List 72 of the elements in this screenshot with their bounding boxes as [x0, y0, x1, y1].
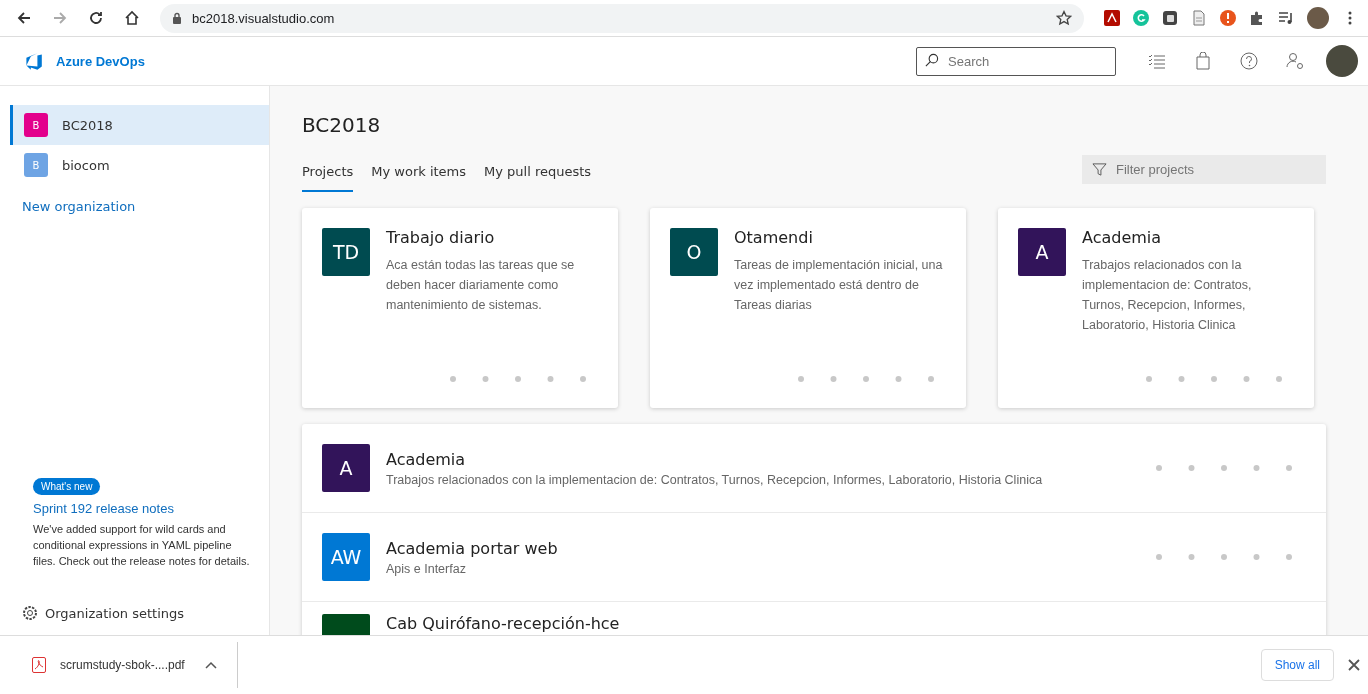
settings-icon[interactable] — [22, 605, 38, 621]
chevron-up-icon[interactable] — [204, 661, 217, 669]
release-notes-text: We've added support for wild cards and conditional expressions in YAML pipeline files. Check out the release notes for details. — [33, 522, 251, 569]
checklist-icon[interactable] — [1148, 52, 1166, 70]
organization-name: BC2018 — [62, 117, 113, 133]
project-row[interactable]: AW Academia portar web Apis e Interfaz — [302, 513, 1326, 602]
project-avatar: AW — [322, 533, 370, 581]
project-description: Trabajos relacionados con la implementacion de: Contratos, Turnos, Recepcion, Informes, Laboratorio, Historia Clinica — [386, 472, 1044, 487]
filter-icon — [1092, 162, 1107, 177]
project-description: Trabajos relacionados con la implementacion de: Contratos, Turnos, Recepcion, Informes, Laboratorio, Historia Clinica — [1082, 257, 1253, 334]
address-bar[interactable]: bc2018.visualstudio.com — [160, 3, 1084, 33]
project-name[interactable]: Otamendi — [734, 228, 946, 247]
project-name[interactable]: Trabajo diario — [386, 228, 598, 247]
project-avatar: A — [1018, 228, 1066, 276]
project-description: Aca están todas las tareas que se deben hacer diariamente como mantenimiento de sistemas. — [386, 257, 576, 314]
download-file-name[interactable]: scrumstudy-sbok-....pdf — [60, 658, 185, 672]
reload-icon[interactable] — [88, 10, 104, 26]
extension-icon[interactable] — [1162, 10, 1178, 26]
dots-icon — [1156, 554, 1292, 560]
user-avatar[interactable] — [1326, 45, 1358, 77]
project-row[interactable]: A Academia Trabajos relacionados con la implementacion de: Contratos, Turnos, Recepcion, Informes, Laboratorio, Historia Clinica — [302, 424, 1326, 513]
user-settings-icon[interactable] — [1286, 52, 1304, 70]
organization-settings-link[interactable]: Organization settings — [45, 605, 185, 621]
url-text: bc2018.visualstudio.com — [192, 10, 336, 26]
project-name[interactable]: Academia — [386, 449, 1140, 469]
alert-extension-icon[interactable] — [1220, 10, 1236, 26]
whats-new-badge: What's new — [33, 478, 101, 495]
home-icon[interactable] — [124, 10, 140, 26]
release-notes-link[interactable]: Sprint 192 release notes — [33, 501, 174, 516]
project-card[interactable]: TD Trabajo diario Aca están todas las tareas que se deben hacer diariamente como mantenimiento de sistemas. — [302, 208, 618, 408]
search-field[interactable]: Search — [916, 46, 1116, 76]
project-row[interactable]: Cab Quirófano-recepción-hce — [302, 602, 1326, 635]
project-avatar: TD — [322, 228, 370, 276]
tab[interactable]: My work items — [371, 157, 467, 192]
project-card[interactable]: O Otamendi Tareas de implementación inicial, una vez implementado está dentro de Tareas diarias — [650, 208, 966, 408]
project-avatar: A — [322, 444, 370, 492]
tab[interactable]: Projects — [302, 157, 354, 192]
brand-name[interactable]: Azure DevOps — [56, 53, 145, 69]
lock-icon — [172, 12, 182, 24]
close-icon[interactable] — [1348, 659, 1360, 671]
project-card[interactable]: A Academia Trabajos relacionados con la implementacion de: Contratos, Turnos, Recepcion, Informes, Laboratorio, Historia Clinica — [998, 208, 1314, 408]
dots-icon — [1156, 465, 1292, 471]
organization-item[interactable]: B biocom — [10, 145, 269, 185]
filter-field[interactable]: Filter projects — [1082, 155, 1326, 184]
dots-icon — [450, 376, 586, 382]
new-organization-link[interactable]: New organization — [10, 185, 136, 214]
project-name[interactable]: Academia portar web — [386, 538, 1140, 558]
back-icon[interactable] — [16, 10, 32, 26]
shopping-bag-icon[interactable] — [1194, 52, 1212, 70]
tab[interactable]: My pull requests — [484, 157, 592, 192]
help-icon[interactable] — [1240, 52, 1258, 70]
document-icon[interactable] — [1191, 10, 1207, 26]
show-all-button[interactable]: Show all — [1260, 649, 1334, 681]
project-name[interactable]: Cab Quirófano-recepción-hce — [386, 614, 1292, 633]
media-queue-icon[interactable] — [1278, 10, 1294, 26]
organization-avatar: B — [24, 113, 48, 137]
project-avatar: O — [670, 228, 718, 276]
search-icon — [924, 52, 939, 68]
organization-name: biocom — [62, 157, 110, 173]
project-description: Apis e Interfaz — [386, 561, 467, 576]
project-description: Tareas de implementación inicial, una vez implementado está dentro de Tareas diarias — [734, 257, 944, 314]
pdf-file-icon — [32, 657, 46, 673]
puzzle-icon[interactable] — [1249, 10, 1265, 26]
pdf-extension-icon[interactable] — [1104, 10, 1120, 26]
organization-item[interactable]: B BC2018 — [10, 105, 269, 145]
organization-title: BC2018 — [302, 113, 382, 137]
dots-icon — [798, 376, 934, 382]
organization-avatar: B — [24, 153, 48, 177]
dots-icon — [1146, 376, 1282, 382]
profile-avatar[interactable] — [1307, 7, 1329, 29]
project-name[interactable]: Academia — [1082, 228, 1294, 247]
star-icon[interactable] — [1056, 10, 1072, 26]
